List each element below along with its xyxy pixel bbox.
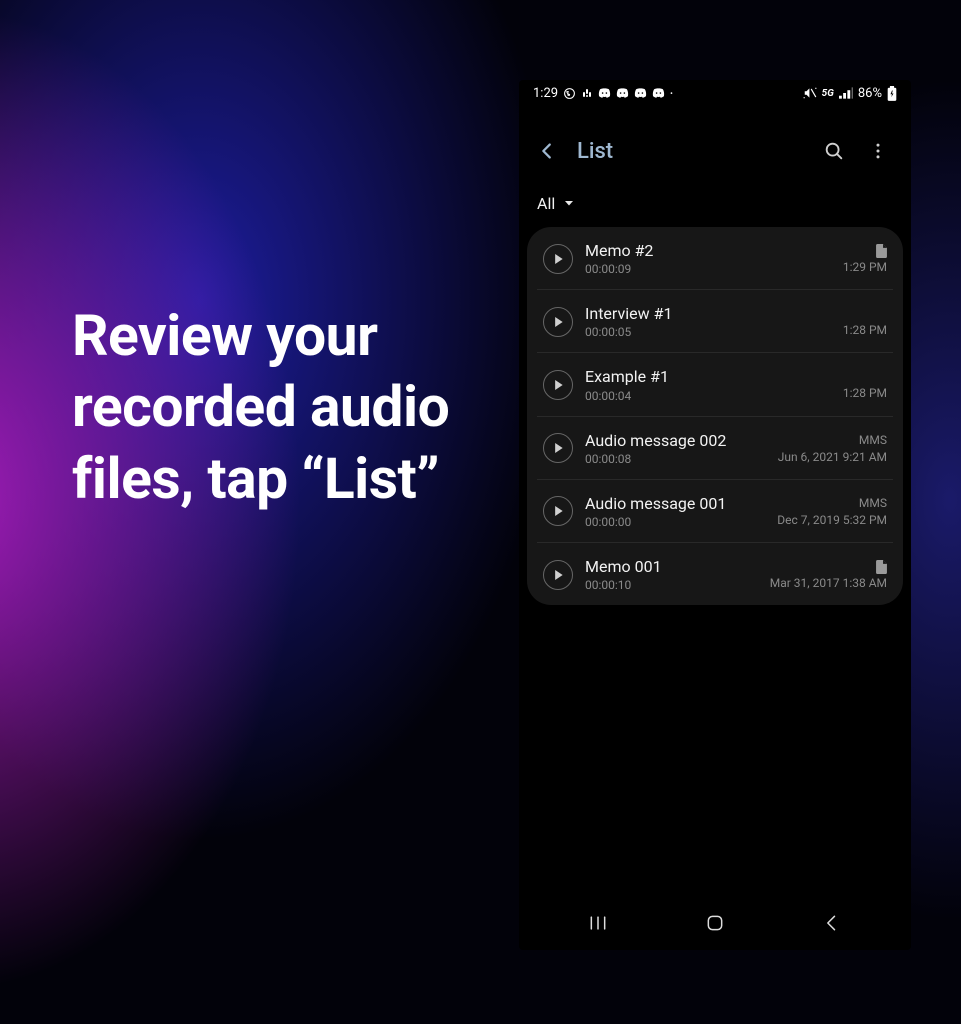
recents-button[interactable] [568,903,628,943]
file-icon [876,559,887,574]
recording-title: Memo #2 [585,241,831,260]
play-button[interactable] [543,370,573,400]
system-nav-bar [519,902,911,950]
recording-duration: 00:00:04 [585,389,831,403]
recording-meta: 1:29 PM [843,260,887,274]
home-button[interactable] [685,903,745,943]
recording-duration: 00:00:09 [585,262,831,276]
recording-duration: 00:00:00 [585,515,765,529]
recording-row[interactable]: Interview #1 00:00:05 1:28 PM [537,290,893,353]
play-button[interactable] [543,560,573,590]
recording-row[interactable]: Example #1 00:00:04 1:28 PM [537,353,893,416]
chevron-down-icon [563,194,575,213]
filter-dropdown[interactable]: All [519,186,911,227]
play-button[interactable] [543,244,573,274]
discord-icon [616,88,629,98]
recording-title: Memo 001 [585,557,758,576]
back-button[interactable] [527,131,567,171]
phone-frame: 1:29 • 5G [519,80,911,950]
status-bar: 1:29 • 5G [519,80,911,106]
instruction-caption: Review your recorded audio files, tap “L… [72,300,492,514]
battery-percent: 86% [858,86,882,101]
recording-meta: 1:28 PM [843,323,887,337]
app-bar: List [519,116,911,186]
recording-title: Audio message 001 [585,494,765,513]
whatsapp-icon [563,87,576,100]
recording-title: Example #1 [585,367,831,386]
discord-icon [652,88,665,98]
slack-icon [581,87,593,99]
recording-title: Audio message 002 [585,431,766,450]
signal-icon [839,87,853,99]
recording-badge: MMS [859,433,887,448]
battery-charging-icon [887,86,897,101]
filter-label: All [537,194,555,213]
more-options-button[interactable] [861,131,895,171]
recording-duration: 00:00:08 [585,452,766,466]
recordings-list: Memo #2 00:00:09 1:29 PM Interview #1 00:00:… [527,227,903,605]
more-notifications-dot: • [670,89,673,98]
page-title: List [577,139,807,164]
discord-icon [634,88,647,98]
status-time: 1:29 [533,86,558,101]
search-button[interactable] [817,131,851,171]
discord-icon [598,88,611,98]
recording-duration: 00:00:10 [585,578,758,592]
recording-meta: Jun 6, 2021 9:21 AM [778,450,887,464]
network-5g-label: 5G [822,88,834,99]
play-button[interactable] [543,496,573,526]
play-button[interactable] [543,433,573,463]
nav-back-button[interactable] [802,903,862,943]
play-button[interactable] [543,307,573,337]
recording-duration: 00:00:05 [585,325,831,339]
recording-meta: Mar 31, 2017 1:38 AM [770,576,887,590]
file-icon [876,243,887,258]
recording-row[interactable]: Memo 001 00:00:10 Mar 31, 2017 1:38 AM [537,543,893,605]
recording-title: Interview #1 [585,304,831,323]
recording-row[interactable]: Memo #2 00:00:09 1:29 PM [537,227,893,290]
mute-vibrate-icon [803,87,817,99]
recording-row[interactable]: Audio message 002 00:00:08 MMS Jun 6, 2021 … [537,417,893,480]
recording-badge: MMS [859,496,887,511]
recording-meta: 1:28 PM [843,386,887,400]
recording-meta: Dec 7, 2019 5:32 PM [777,513,887,527]
recording-row[interactable]: Audio message 001 00:00:00 MMS Dec 7, 2019 … [537,480,893,543]
